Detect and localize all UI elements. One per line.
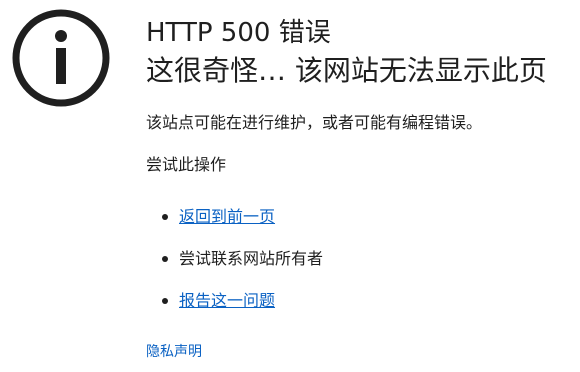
page-title: 这很奇怪… 该网站无法显示此页 (146, 54, 547, 87)
bullet-icon (162, 256, 168, 262)
try-heading: 尝试此操作 (146, 155, 227, 174)
go-back-link[interactable]: 返回到前一页 (179, 207, 275, 226)
report-issue-link[interactable]: 报告这一问题 (179, 291, 275, 310)
error-code: HTTP 500 错误 (146, 18, 331, 48)
error-description: 该站点可能在进行维护，或者可能有编程错误。 (146, 113, 483, 132)
contact-owner-text: 尝试联系网站所有者 (179, 249, 324, 268)
list-item-report-issue: 报告这一问题 (146, 280, 323, 322)
suggestion-list: 返回到前一页 尝试联系网站所有者 报告这一问题 (146, 196, 323, 322)
list-item-contact-owner: 尝试联系网站所有者 (146, 238, 323, 280)
bullet-icon (162, 298, 168, 304)
privacy-statement-link[interactable]: 隐私声明 (146, 342, 202, 362)
list-item-go-back: 返回到前一页 (146, 196, 323, 238)
bullet-icon (162, 214, 168, 220)
heading-block: HTTP 500 错误 这很奇怪… 该网站无法显示此页 (146, 14, 572, 90)
info-icon (12, 9, 110, 107)
